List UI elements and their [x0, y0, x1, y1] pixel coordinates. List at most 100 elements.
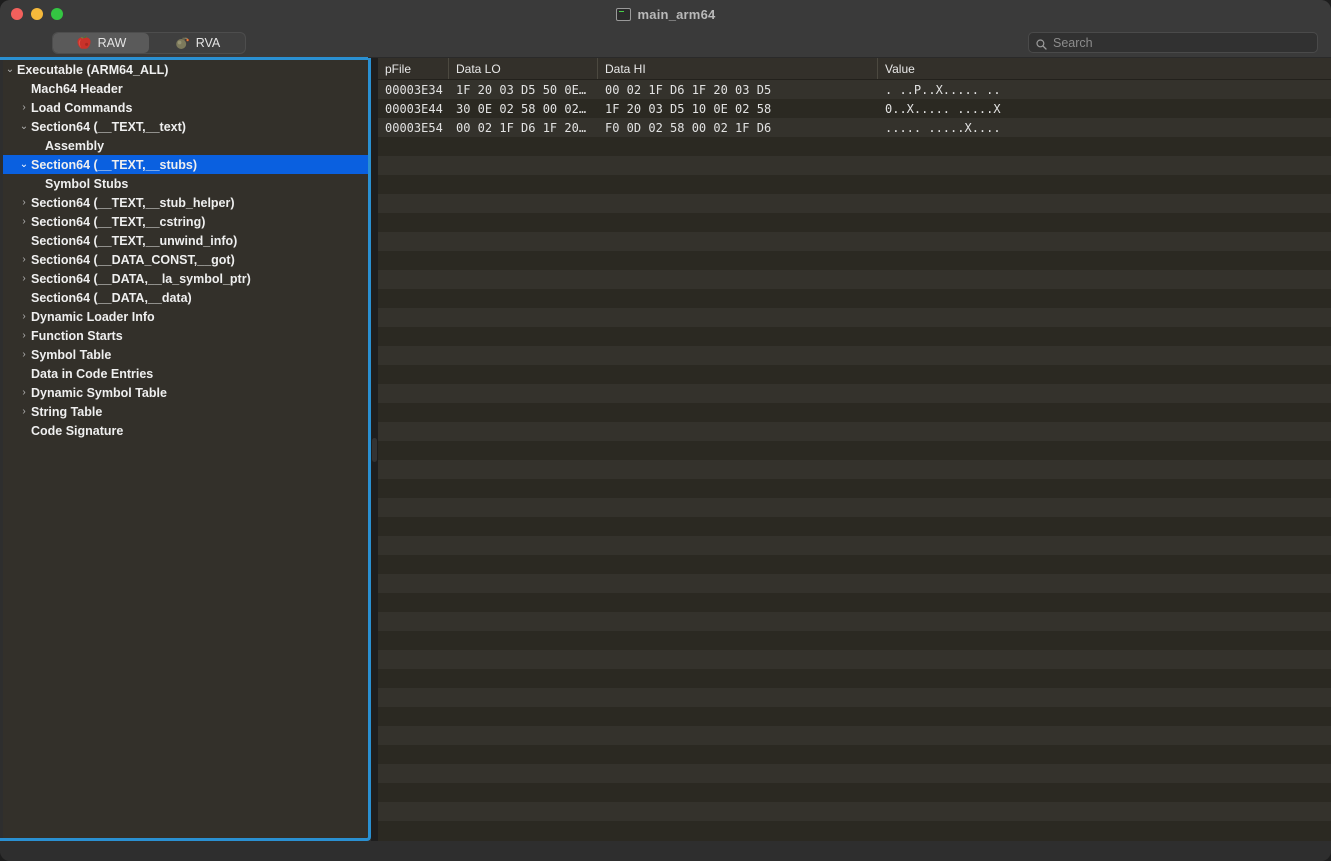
- sidebar-item[interactable]: › Symbol Table: [3, 345, 368, 364]
- column-header-label: Value: [885, 61, 915, 76]
- search-icon: [1036, 37, 1047, 50]
- sidebar-item-label: Section64 (__DATA,__data): [31, 290, 192, 305]
- status-bar: [0, 841, 1331, 861]
- chevron-right-icon[interactable]: ›: [17, 197, 31, 208]
- table-row-empty: [378, 479, 1331, 498]
- sidebar-item[interactable]: ⌄ Section64 (__TEXT,__stubs): [3, 155, 368, 174]
- sidebar-item[interactable]: Section64 (__DATA,__data): [3, 288, 368, 307]
- sidebar-item-label: Section64 (__DATA,__la_symbol_ptr): [31, 271, 251, 286]
- chevron-right-icon[interactable]: ›: [17, 216, 31, 227]
- table-row-empty: [378, 156, 1331, 175]
- toolbar: RAW RVA Search: [0, 28, 1331, 58]
- chevron-down-icon[interactable]: ⌄: [3, 64, 17, 75]
- table-header: pFile Data LO Data HI Value: [378, 58, 1331, 80]
- column-header-hi[interactable]: Data HI: [598, 58, 878, 79]
- chevron-right-icon[interactable]: ›: [17, 102, 31, 113]
- sidebar-item[interactable]: Code Signature: [3, 421, 368, 440]
- search-field[interactable]: Search: [1028, 32, 1318, 53]
- table-cell-value: ..... .....X....: [885, 120, 1001, 135]
- sidebar-item[interactable]: ⌄ Executable (ARM64_ALL): [3, 60, 368, 79]
- table-row[interactable]: 00003E34 1F 20 03 D5 50 0E… 00 02 1F D6 1F…: [378, 80, 1331, 99]
- table-row-empty: [378, 669, 1331, 688]
- bomb-icon: [174, 35, 190, 50]
- maximize-button[interactable]: [51, 8, 63, 20]
- chevron-right-icon[interactable]: ›: [17, 406, 31, 417]
- sidebar-item[interactable]: › Function Starts: [3, 326, 368, 345]
- chevron-right-icon[interactable]: ›: [17, 387, 31, 398]
- apple-icon: [76, 35, 92, 50]
- terminal-icon: [615, 7, 631, 21]
- chevron-right-icon[interactable]: ›: [17, 311, 31, 322]
- sidebar-item[interactable]: › Section64 (__DATA,__la_symbol_ptr): [3, 269, 368, 288]
- sidebar-item[interactable]: Symbol Stubs: [3, 174, 368, 193]
- table-row-empty: [378, 574, 1331, 593]
- sidebar-item-label: Mach64 Header: [31, 81, 123, 96]
- sidebar-item[interactable]: › String Table: [3, 402, 368, 421]
- sidebar-item[interactable]: › Section64 (__TEXT,__stub_helper): [3, 193, 368, 212]
- sidebar-item-label: Section64 (__TEXT,__stub_helper): [31, 195, 235, 210]
- table-row[interactable]: 00003E54 00 02 1F D6 1F 20… F0 0D 02 58 00…: [378, 118, 1331, 137]
- table-row-empty: [378, 707, 1331, 726]
- sidebar-item[interactable]: Assembly: [3, 136, 368, 155]
- table-row-empty: [378, 802, 1331, 821]
- column-header-label: Data LO: [456, 61, 501, 76]
- window-title: main_arm64: [637, 6, 716, 22]
- table-cell-hi: 00 02 1F D6 1F 20 03 D5: [605, 82, 772, 97]
- sidebar-item-label: Section64 (__TEXT,__text): [31, 119, 186, 134]
- close-button[interactable]: [11, 8, 23, 20]
- sidebar-panel: ⌄ Executable (ARM64_ALL) Mach64 Header › Loa…: [0, 57, 371, 841]
- table-row-empty: [378, 783, 1331, 802]
- table-cell-lo: 00 02 1F D6 1F 20…: [456, 120, 587, 135]
- table-body[interactable]: 00003E34 1F 20 03 D5 50 0E… 00 02 1F D6 1F…: [378, 80, 1331, 841]
- sidebar-item[interactable]: Section64 (__TEXT,__unwind_info): [3, 231, 368, 250]
- sidebar-item-label: Function Starts: [31, 328, 123, 343]
- chevron-right-icon[interactable]: ›: [17, 330, 31, 341]
- sidebar-item-label: Section64 (__TEXT,__unwind_info): [31, 233, 238, 248]
- column-header-label: pFile: [385, 61, 412, 76]
- minimize-button[interactable]: [31, 8, 43, 20]
- table-row-empty: [378, 422, 1331, 441]
- chevron-down-icon[interactable]: ⌄: [17, 159, 31, 170]
- splitter-grip[interactable]: [372, 437, 377, 462]
- table-row-empty: [378, 365, 1331, 384]
- sidebar-item-label: Executable (ARM64_ALL): [17, 62, 169, 77]
- sidebar-item[interactable]: › Dynamic Loader Info: [3, 307, 368, 326]
- sidebar-item-label: Section64 (__DATA_CONST,__got): [31, 252, 235, 267]
- sidebar-item[interactable]: › Dynamic Symbol Table: [3, 383, 368, 402]
- table-row-empty: [378, 137, 1331, 156]
- sidebar-item[interactable]: Data in Code Entries: [3, 364, 368, 383]
- table-row-empty: [378, 346, 1331, 365]
- chevron-right-icon[interactable]: ›: [17, 254, 31, 265]
- column-header-value[interactable]: Value: [878, 58, 1331, 79]
- sidebar-item[interactable]: › Section64 (__DATA_CONST,__got): [3, 250, 368, 269]
- sidebar-item[interactable]: › Load Commands: [3, 98, 368, 117]
- tab-rva[interactable]: RVA: [149, 33, 245, 53]
- structure-tree[interactable]: ⌄ Executable (ARM64_ALL) Mach64 Header › Loa…: [3, 60, 368, 838]
- chevron-down-icon[interactable]: ⌄: [17, 121, 31, 132]
- pane-splitter[interactable]: [371, 58, 378, 841]
- table-row[interactable]: 00003E44 30 0E 02 58 00 02… 1F 20 03 D5 10…: [378, 99, 1331, 118]
- sidebar-item[interactable]: Mach64 Header: [3, 79, 368, 98]
- chevron-right-icon[interactable]: ›: [17, 273, 31, 284]
- sidebar-item-label: Assembly: [45, 138, 105, 153]
- content-area: ⌄ Executable (ARM64_ALL) Mach64 Header › Loa…: [0, 57, 1331, 841]
- table-cell-lo: 30 0E 02 58 00 02…: [456, 101, 587, 116]
- table-row-empty: [378, 612, 1331, 631]
- table-cell-pfile: 00003E34: [385, 82, 443, 97]
- chevron-right-icon[interactable]: ›: [17, 349, 31, 360]
- column-header-pfile[interactable]: pFile: [378, 58, 449, 79]
- table-row-empty: [378, 498, 1331, 517]
- sidebar-item[interactable]: ⌄ Section64 (__TEXT,__text): [3, 117, 368, 136]
- tab-raw[interactable]: RAW: [53, 32, 149, 53]
- column-header-lo[interactable]: Data LO: [449, 58, 598, 79]
- sidebar-item-label: Symbol Table: [31, 347, 112, 362]
- table-row-empty: [378, 194, 1331, 213]
- table-row-empty: [378, 726, 1331, 745]
- table-cell-hi: F0 0D 02 58 00 02 1F D6: [605, 120, 772, 135]
- table-cell-pfile: 00003E44: [385, 101, 443, 116]
- table-cell-pfile: 00003E54: [385, 120, 443, 135]
- window-title-group: main_arm64: [0, 7, 1331, 22]
- table-row-empty: [378, 270, 1331, 289]
- table-row-empty: [378, 650, 1331, 669]
- sidebar-item[interactable]: › Section64 (__TEXT,__cstring): [3, 212, 368, 231]
